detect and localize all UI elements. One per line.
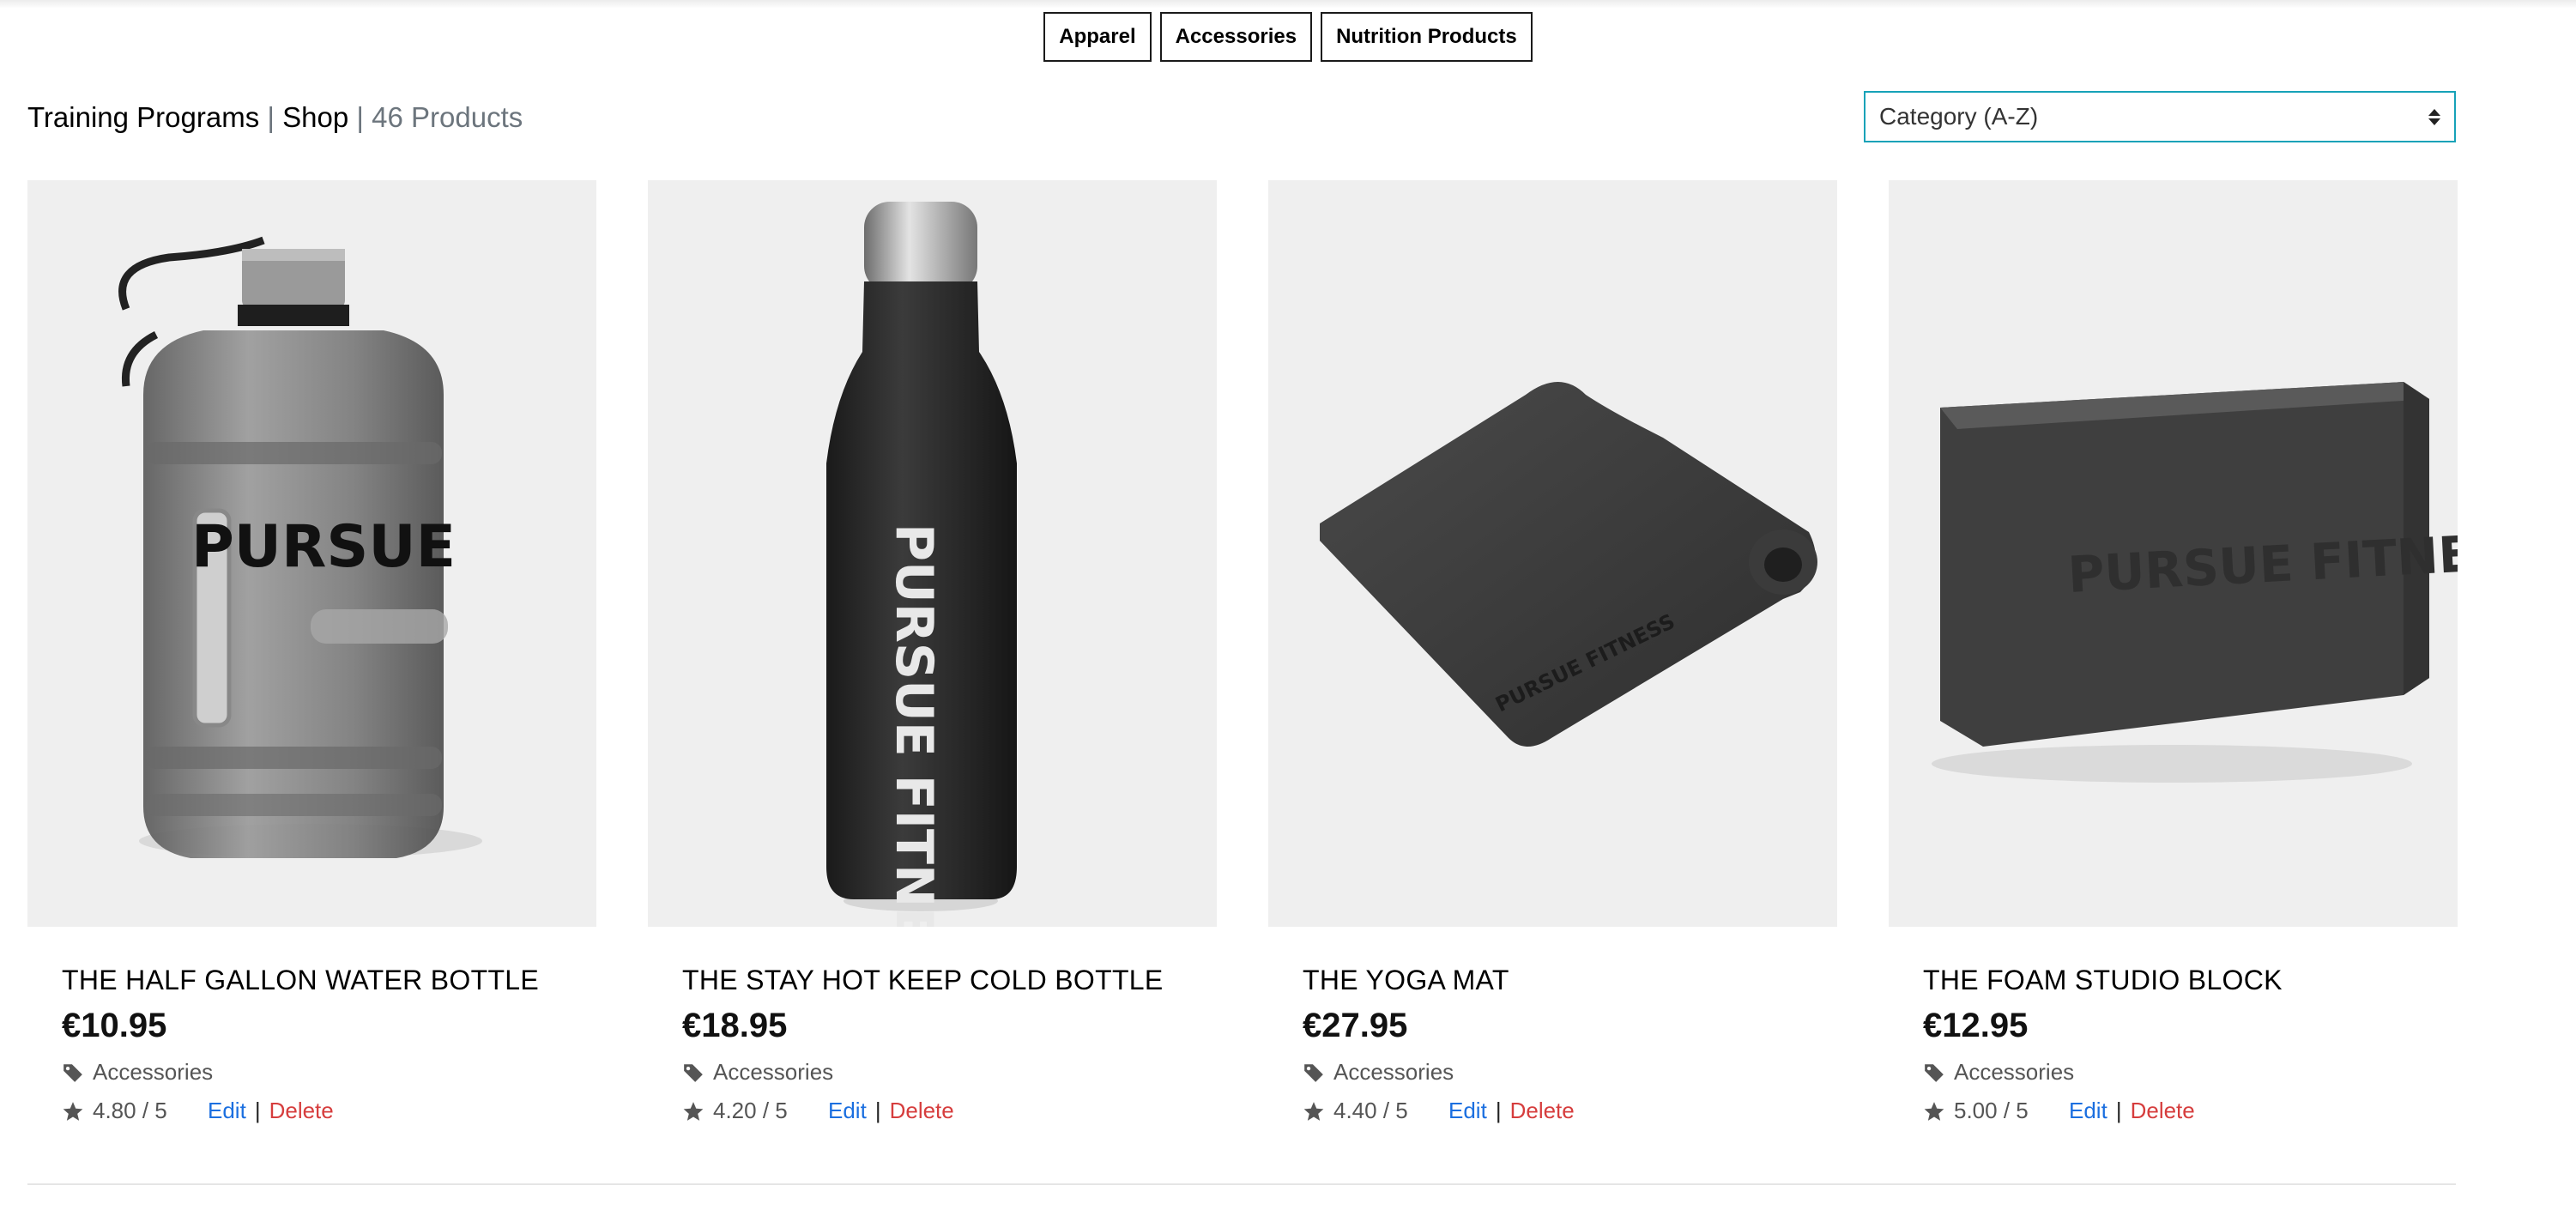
product-image-foam-block[interactable]: PURSUE FITNESS [1889, 180, 2458, 927]
link-separator: | [1495, 1098, 1502, 1123]
product-price: €27.95 [1303, 1007, 1408, 1044]
delete-link[interactable]: Delete [890, 1098, 954, 1124]
product-rating: 4.40 / 5 [1303, 1098, 1448, 1124]
product-card: PURSUE FITNESS THE FOAM STUDIO BLOCK €12… [1889, 180, 2458, 1124]
star-icon [1303, 1101, 1324, 1121]
product-meta: 5.00 / 5 Edit | Delete [1923, 1098, 2458, 1124]
product-category-label: Accessories [1333, 1059, 1454, 1085]
product-price: €18.95 [682, 1007, 788, 1044]
filter-nutrition-products-button[interactable]: Nutrition Products [1321, 12, 1533, 62]
star-icon [63, 1101, 83, 1121]
product-title[interactable]: THE STAY HOT KEEP COLD BOTTLE [682, 965, 1217, 996]
link-separator: | [254, 1098, 261, 1123]
edit-link[interactable]: Edit [2069, 1098, 2107, 1124]
product-info: THE YOGA MAT €27.95 Accessories 4.40 / 5… [1268, 927, 1837, 1124]
product-image-steel-bottle[interactable]: PURSUE FITNESS [648, 180, 1217, 927]
section-divider [27, 1183, 2456, 1185]
product-rating: 4.20 / 5 [682, 1098, 828, 1124]
product-rating-value: 5.00 / 5 [1954, 1098, 2029, 1123]
filter-apparel-button[interactable]: Apparel [1043, 12, 1152, 62]
product-category[interactable]: Accessories [62, 1059, 596, 1086]
product-rating: 4.80 / 5 [62, 1098, 208, 1124]
sort-select[interactable]: Category (A-Z) [1864, 91, 2456, 142]
product-title[interactable]: THE YOGA MAT [1303, 965, 1837, 996]
breadcrumb-separator: | [267, 101, 275, 133]
shop-toolbar: Training Programs | Shop | 46 Products C… [27, 86, 2456, 151]
product-meta: 4.80 / 5 Edit | Delete [62, 1098, 596, 1124]
product-rating-value: 4.20 / 5 [713, 1098, 788, 1123]
link-separator: | [2115, 1098, 2122, 1123]
product-title[interactable]: THE HALF GALLON WATER BOTTLE [62, 965, 596, 996]
delete-link[interactable]: Delete [269, 1098, 334, 1124]
product-meta: 4.40 / 5 Edit | Delete [1303, 1098, 1837, 1124]
star-icon [683, 1101, 704, 1121]
product-image-water-jug[interactable]: PURSUE [27, 180, 596, 927]
product-category-label: Accessories [713, 1059, 834, 1085]
product-grid: PURSUE THE HALF GALLON WATER BOTTLE €10.… [27, 180, 2458, 1124]
product-title[interactable]: THE FOAM STUDIO BLOCK [1923, 965, 2458, 996]
product-price: €10.95 [62, 1007, 167, 1044]
filter-accessories-button[interactable]: Accessories [1159, 12, 1313, 62]
product-category[interactable]: Accessories [1303, 1059, 1837, 1086]
product-category-label: Accessories [1954, 1059, 2075, 1085]
star-icon [1924, 1101, 1944, 1121]
product-category[interactable]: Accessories [682, 1059, 1217, 1086]
tag-icon [684, 1063, 703, 1082]
select-arrows-icon [2428, 108, 2440, 125]
category-filter-bar: Apparel Accessories Nutrition Products [0, 12, 2576, 62]
product-category[interactable]: Accessories [1923, 1059, 2458, 1086]
product-image-yoga-mat[interactable]: PURSUE FITNESS [1268, 180, 1837, 927]
svg-text:PURSUE: PURSUE [191, 513, 456, 581]
product-count: 46 Products [372, 101, 523, 133]
product-card: PURSUE FITNESS THE STAY HOT KEEP COLD BO… [648, 180, 1217, 1124]
steel-bottle-icon: PURSUE FITNESS [826, 202, 1017, 927]
breadcrumb-separator: | [356, 101, 364, 133]
product-meta: 4.20 / 5 Edit | Delete [682, 1098, 1217, 1124]
edit-link[interactable]: Edit [208, 1098, 246, 1124]
water-jug-icon: PURSUE [118, 236, 482, 858]
breadcrumb: Training Programs | Shop | 46 Products [27, 101, 523, 134]
svg-text:PURSUE FITNESS: PURSUE FITNESS [884, 523, 944, 927]
edit-link[interactable]: Edit [1448, 1098, 1487, 1124]
tag-icon [1925, 1063, 1944, 1082]
tag-icon [63, 1063, 82, 1082]
product-info: THE FOAM STUDIO BLOCK €12.95 Accessories… [1889, 927, 2458, 1124]
product-info: THE HALF GALLON WATER BOTTLE €10.95 Acce… [27, 927, 596, 1124]
product-category-label: Accessories [93, 1059, 214, 1085]
edit-link[interactable]: Edit [828, 1098, 867, 1124]
product-card: PURSUE FITNESS THE YOGA MAT €27.95 Acces… [1268, 180, 1837, 1124]
top-shadow [0, 0, 2576, 9]
product-info: THE STAY HOT KEEP COLD BOTTLE €18.95 Acc… [648, 927, 1217, 1124]
delete-link[interactable]: Delete [1510, 1098, 1575, 1124]
foam-block-icon: PURSUE FITNESS [1932, 382, 2458, 783]
product-price: €12.95 [1923, 1007, 2029, 1044]
delete-link[interactable]: Delete [2131, 1098, 2195, 1124]
breadcrumb-training-programs-link[interactable]: Training Programs [27, 101, 259, 133]
product-rating: 5.00 / 5 [1923, 1098, 2069, 1124]
product-card: PURSUE THE HALF GALLON WATER BOTTLE €10.… [27, 180, 596, 1124]
product-rating-value: 4.80 / 5 [93, 1098, 167, 1123]
breadcrumb-shop-link[interactable]: Shop [282, 101, 348, 133]
sort-selected-value: Category (A-Z) [1879, 103, 2039, 130]
tag-icon [1304, 1063, 1323, 1082]
link-separator: | [874, 1098, 881, 1123]
yoga-mat-icon: PURSUE FITNESS [1320, 382, 1817, 747]
product-rating-value: 4.40 / 5 [1333, 1098, 1408, 1123]
